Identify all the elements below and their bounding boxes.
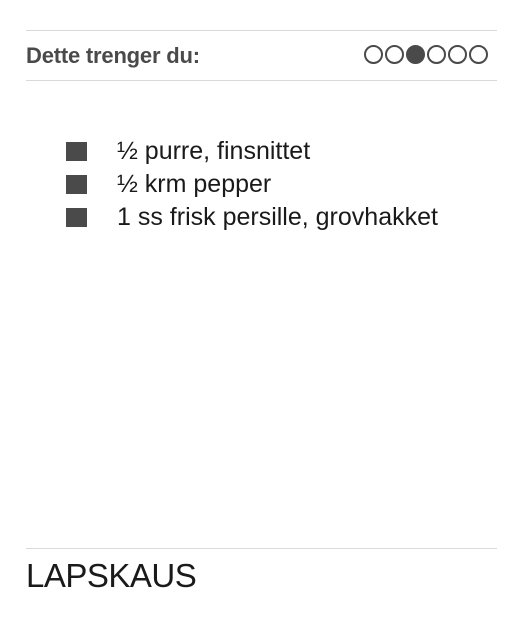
recipe-title: LAPSKAUS	[26, 557, 197, 594]
ingredient-text: ½ krm pepper	[117, 170, 272, 198]
page-dot-3[interactable]	[406, 45, 425, 64]
ingredient-text: 1 ss frisk persille, grovhakket	[117, 203, 438, 231]
top-divider	[26, 30, 497, 31]
ingredient-text: ½ purre, finsnittet	[117, 137, 311, 165]
list-item: ½ krm pepper	[66, 168, 438, 201]
list-item: ½ purre, finsnittet	[66, 135, 438, 168]
square-bullet-icon	[66, 208, 87, 227]
footer-divider	[26, 548, 497, 549]
page-dot-6[interactable]	[469, 45, 488, 64]
square-bullet-icon	[66, 175, 87, 194]
list-item: 1 ss frisk persille, grovhakket	[66, 201, 438, 234]
page-dot-2[interactable]	[385, 45, 404, 64]
page-indicator	[364, 45, 488, 64]
page-dot-4[interactable]	[427, 45, 446, 64]
ingredient-list: ½ purre, finsnittet ½ krm pepper 1 ss fr…	[66, 135, 438, 234]
page-dot-1[interactable]	[364, 45, 383, 64]
section-heading: Dette trenger du:	[26, 43, 200, 68]
page-dot-5[interactable]	[448, 45, 467, 64]
header-divider	[26, 80, 497, 81]
square-bullet-icon	[66, 142, 87, 161]
